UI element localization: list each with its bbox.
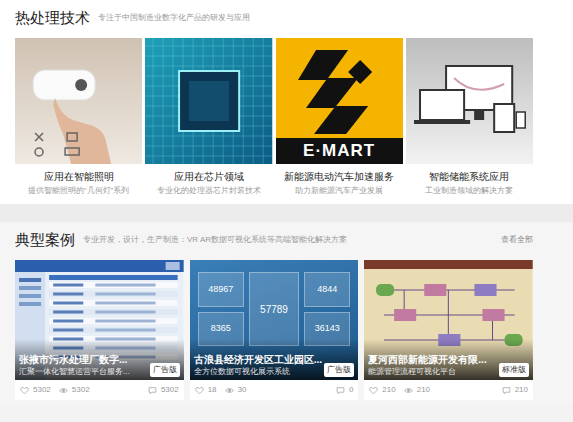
case-badge: 标准版 (499, 363, 529, 377)
stat-count: 0 (349, 384, 353, 396)
stat-item: 5302 (148, 384, 179, 396)
dashboard-grid: 48967484457789836536143 (198, 272, 351, 346)
tech-card[interactable]: 应用在智能照明提供智能照明的“几何灯”系列 (15, 38, 142, 196)
case-overlay: 夏河西部新能源开发有限...能源管理流程可视化平台标准版 (364, 339, 533, 380)
stat-count: 5302 (161, 384, 179, 396)
section-title: 典型案例 (15, 229, 75, 251)
logo-text: E·MART (276, 138, 403, 164)
section-divider (0, 204, 573, 222)
case-overlay: 张掖市污水处理厂数字...汇聚一体化智慧运营平台服务... 广告版 (15, 339, 184, 380)
section-title: 热处理技术 (15, 7, 90, 29)
like-icon (369, 386, 378, 395)
case-card[interactable]: 张掖市污水处理厂数字...汇聚一体化智慧运营平台服务...广告版53025302… (15, 260, 184, 400)
stat-item: 210 (369, 384, 395, 396)
like-icon (195, 386, 204, 395)
cases-section: 典型案例专业开发，设计，生产制造：VR AR数据可视化系统等高端智能化解决方案查… (0, 222, 573, 404)
like-icon (20, 386, 29, 395)
stat-count: 210 (417, 384, 430, 396)
stat-count: 30 (238, 384, 247, 396)
case-card[interactable]: 夏河西部新能源开发有限...能源管理流程可视化平台标准版 210 210 210 (364, 260, 533, 400)
case-badge: 广告版 (324, 363, 354, 377)
tech-image[interactable]: E·MART (276, 38, 403, 164)
case-overlay: 古浪县经济开发区工业园区...全方位数据可视化展示系统广告版 (190, 339, 359, 380)
stat-item: 5302 (59, 384, 90, 396)
case-image[interactable]: 张掖市污水处理厂数字...汇聚一体化智慧运营平台服务... 广告版 (15, 260, 184, 380)
stat-count: 5302 (72, 384, 90, 396)
case-title[interactable]: 夏河西部新能源开发有限... (368, 353, 495, 366)
dashboard-number: 48967 (198, 272, 244, 307)
section-subtitle: 专注于中国制造业数字化产品的研发与应用 (98, 12, 250, 24)
case-stats: 18 30 0 (190, 380, 359, 400)
eye-icon (404, 386, 413, 395)
tech-description: 工业制造领域的解决方案 (406, 185, 533, 196)
case-description: 全方位数据可视化展示系统 (194, 366, 321, 377)
section-header: 典型案例专业开发，设计，生产制造：VR AR数据可视化系统等高端智能化解决方案查… (15, 228, 533, 252)
section-subtitle: 专业开发，设计，生产制造：VR AR数据可视化系统等高端智能化解决方案 (83, 234, 493, 246)
devices-photo-icon (406, 38, 533, 164)
case-title[interactable]: 古浪县经济开发区工业园区... (194, 353, 321, 366)
dashboard-number: 4844 (304, 272, 350, 307)
case-list: 张掖市污水处理厂数字...汇聚一体化智慧运营平台服务...广告版53025302… (15, 260, 533, 400)
stat-item: 5302 (20, 384, 51, 396)
case-stats: 5302 5302 5302 (15, 380, 184, 400)
stat-item: 210 (502, 384, 528, 396)
view-all-link[interactable]: 查看全部 (501, 234, 533, 246)
case-badge: 广告版 (150, 363, 180, 377)
eye-icon (225, 386, 234, 395)
tech-title[interactable]: 应用在智能照明 (15, 170, 142, 184)
stat-count: 5302 (33, 384, 51, 396)
stat-item: 210 (404, 384, 430, 396)
case-image[interactable]: 48967484457789836536143古浪县经济开发区工业园区...全方… (190, 260, 359, 380)
comment-icon (148, 386, 157, 395)
tech-image[interactable] (406, 38, 533, 164)
case-stats: 210 210 210 (364, 380, 533, 400)
stat-count: 210 (515, 384, 528, 396)
dashboard-number: 57789 (249, 272, 300, 346)
tech-title[interactable]: 新能源电动汽车加速服务 (276, 170, 403, 184)
tech-description: 提供智能照明的“几何灯”系列 (15, 185, 142, 196)
eye-icon (59, 386, 68, 395)
tech-card[interactable]: E·MART 新能源电动汽车加速服务助力新能源汽车产业发展 (276, 38, 403, 196)
case-card[interactable]: 48967484457789836536143古浪县经济开发区工业园区...全方… (190, 260, 359, 400)
tech-description: 助力新能源汽车产业发展 (276, 185, 403, 196)
case-description: 汇聚一体化智慧运营平台服务... (19, 366, 146, 377)
case-description: 能源管理流程可视化平台 (368, 366, 495, 377)
stat-count: 210 (382, 384, 395, 396)
chip-photo-icon (145, 38, 272, 164)
tech-description: 专业化的处理器芯片封装技术 (145, 185, 272, 196)
tech-image[interactable] (15, 38, 142, 164)
tech-section: 热处理技术专注于中国制造业数字化产品的研发与应用应用在智能照明提供智能照明的“几… (0, 0, 573, 204)
tech-title[interactable]: 智能储能系统应用 (406, 170, 533, 184)
comment-icon (336, 386, 345, 395)
case-image[interactable]: 夏河西部新能源开发有限...能源管理流程可视化平台标准版 (364, 260, 533, 380)
tech-card[interactable]: 应用在芯片领域专业化的处理器芯片封装技术 (145, 38, 272, 196)
case-title[interactable]: 张掖市污水处理厂数字... (19, 353, 146, 366)
tech-image[interactable] (145, 38, 272, 164)
stat-item: 18 (195, 384, 217, 396)
lamp-photo-icon (15, 38, 142, 164)
stat-item: 0 (336, 384, 353, 396)
tech-title[interactable]: 应用在芯片领域 (145, 170, 272, 184)
stat-count: 18 (208, 384, 217, 396)
section-header: 热处理技术专注于中国制造业数字化产品的研发与应用 (15, 6, 533, 30)
comment-icon (502, 386, 511, 395)
tech-card[interactable]: 智能储能系统应用工业制造领域的解决方案 (406, 38, 533, 196)
tech-list: 应用在智能照明提供智能照明的“几何灯”系列应用在芯片领域专业化的处理器芯片封装技… (15, 38, 533, 196)
stat-item: 30 (225, 384, 247, 396)
